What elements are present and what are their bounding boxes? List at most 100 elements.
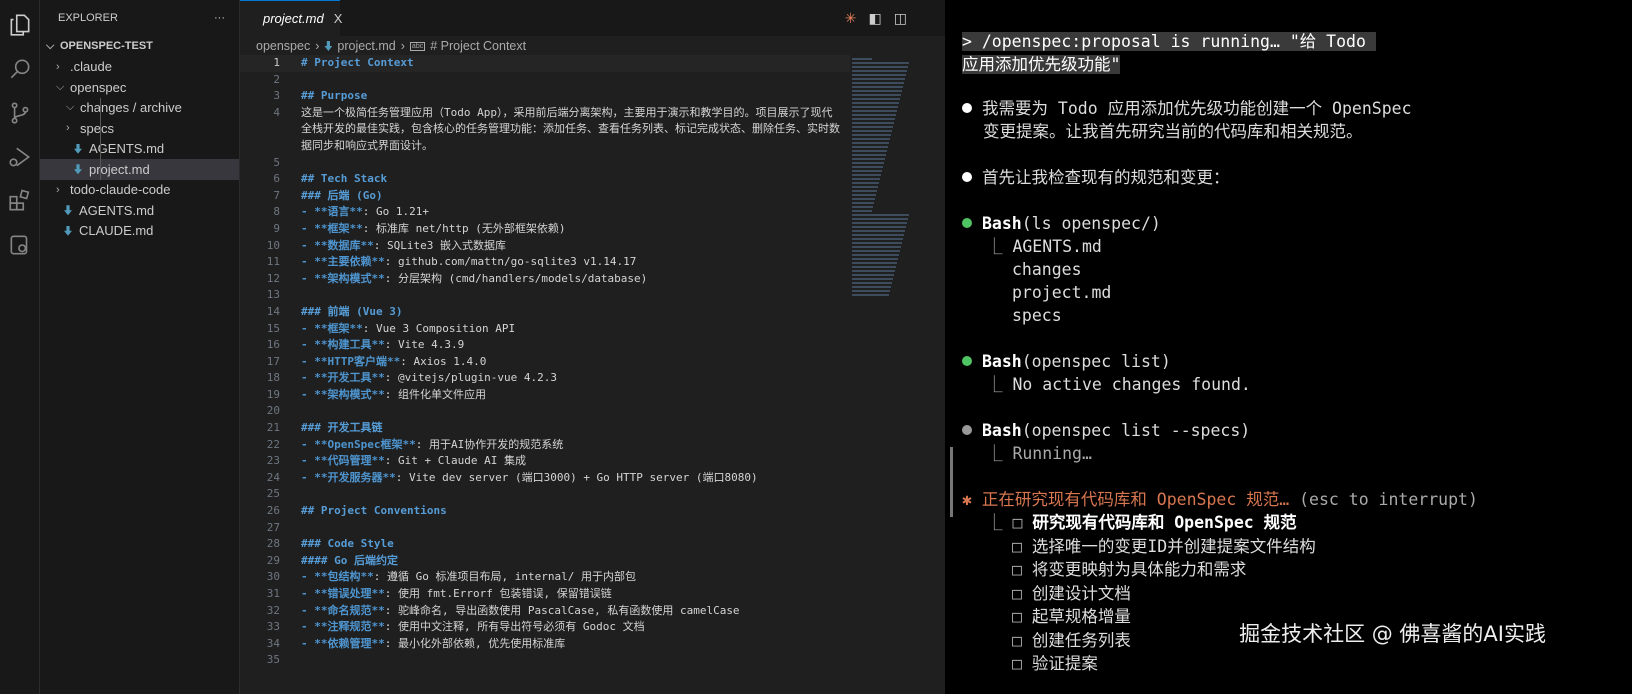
breadcrumb-folder[interactable]: openspec (256, 39, 310, 53)
tree-item[interactable]: CLAUDE.md (40, 221, 239, 242)
code-line[interactable]: 17- **HTTP客户端**: Axios 1.4.0 (240, 354, 850, 371)
markdown-heading: #### Go 后端约定 (301, 553, 398, 567)
code-line[interactable]: 32- **命名规范**: 驼峰命名, 导出函数使用 PascalCase, 私… (240, 603, 850, 620)
tree-item[interactable]: AGENTS.md (40, 139, 239, 160)
code-line[interactable]: 5 (240, 155, 850, 172)
tool-name: Bash (982, 421, 1022, 440)
chevron-right-icon: › (66, 122, 70, 135)
explorer-icon[interactable] (7, 12, 33, 38)
code-area[interactable]: 1 # Project Context 2 3 ## Purpose 4 这是一个极简任务管… (240, 55, 850, 669)
tree-item[interactable]: › specs (40, 118, 239, 139)
code-line[interactable]: 35 (240, 652, 850, 669)
code-line[interactable]: 12- **架构模式**: 分层架构 (cmd/handlers/models/… (240, 271, 850, 288)
minimap-line (852, 290, 890, 292)
minimap[interactable] (852, 56, 910, 306)
tab-project-md[interactable]: project.md X (240, 0, 343, 36)
open-preview-icon[interactable]: ◧ (869, 10, 882, 27)
line-text: - **依赖管理**: 最小化外部依赖, 优先使用标准库 (280, 636, 840, 653)
line-number: 25 (266, 487, 280, 501)
remote-explorer-icon[interactable] (7, 232, 33, 258)
line-number: 29 (266, 553, 280, 567)
code-line[interactable]: 24- **开发服务器**: Vite dev server (端口3000) … (240, 470, 850, 487)
markdown-text: : 使用中文注释, 所有导出符号必须有 Godoc 文档 (384, 620, 645, 634)
tool-args: (ls openspec/) (1021, 214, 1161, 233)
code-line[interactable]: 30- **包结构**: 遵循 Go 标准项目布局, internal/ 用于内… (240, 569, 850, 586)
terminal-scrollbar[interactable] (950, 447, 953, 517)
extensions-icon[interactable] (7, 188, 33, 214)
code-line[interactable]: 3 ## Purpose (240, 88, 850, 105)
code-line[interactable]: 20 (240, 403, 850, 420)
markdown-text: : Git + Claude AI 集成 (384, 454, 526, 468)
code-line[interactable]: 22- **OpenSpec框架**: 用于AI协作开发的规范系统 (240, 437, 850, 454)
code-line[interactable]: 10- **数据库**: SQLite3 嵌入式数据库 (240, 238, 850, 255)
code-line[interactable]: 13 (240, 287, 850, 304)
code-line[interactable]: 31- **错误处理**: 使用 fmt.Errorf 包装错误, 保留错误链 (240, 586, 850, 603)
code-line[interactable]: 15- **框架**: Vue 3 Composition API (240, 321, 850, 338)
code-line[interactable]: 33- **注释规范**: 使用中文注释, 所有导出符号必须有 Godoc 文档 (240, 619, 850, 636)
code-line[interactable]: 9- **框架**: 标准库 net/http (无外部框架依赖) (240, 221, 850, 238)
minimap-line (852, 130, 892, 132)
line-text (280, 287, 840, 304)
tree-item[interactable]: project.md (40, 159, 239, 180)
line-text (280, 72, 840, 89)
code-line[interactable]: 29 #### Go 后端约定 (240, 553, 850, 570)
line-number: 16 (266, 338, 280, 352)
todo-item: □ 起草规格增量 (1012, 605, 1131, 628)
code-line[interactable]: 8- **语言**: Go 1.21+ (240, 204, 850, 221)
source-control-icon[interactable] (7, 100, 33, 126)
minimap-line (852, 162, 884, 164)
code-line[interactable]: 19- **架构模式**: 组件化单文件应用 (240, 387, 850, 404)
line-text: #### Go 后端约定 (280, 553, 840, 570)
close-tab-button[interactable]: X (334, 11, 343, 26)
tree-item[interactable]: ⌵ openspec (40, 77, 239, 98)
run-debug-icon[interactable] (7, 144, 33, 170)
code-line[interactable]: 7 ### 后端 (Go) (240, 188, 850, 205)
markdown-bold-key: - **架构模式** (301, 271, 385, 285)
code-line[interactable]: 21 ### 开发工具链 (240, 420, 850, 437)
code-line[interactable]: 23- **代码管理**: Git + Claude AI 集成 (240, 453, 850, 470)
breadcrumb-symbol[interactable]: # Project Context (430, 39, 526, 53)
claude-spark-icon[interactable]: ✳ (845, 10, 857, 27)
checkbox-icon: □ (1012, 654, 1032, 673)
code-line[interactable]: 1 # Project Context (240, 55, 850, 72)
line-text: ### 开发工具链 (280, 420, 840, 437)
line-text: ### Code Style (280, 536, 840, 553)
minimap-line (852, 98, 900, 100)
line-text (280, 520, 840, 537)
markdown-bold-key: - **依赖管理** (301, 636, 385, 650)
tree-item[interactable]: ⌵ changes / archive (40, 98, 239, 119)
workspace-root[interactable]: ⌵ OPENSPEC-TEST (40, 36, 239, 57)
minimap-line (852, 102, 899, 104)
line-number: 31 (266, 587, 280, 600)
search-icon[interactable] (7, 56, 33, 82)
code-line[interactable]: 18- **开发工具**: @vitejs/plugin-vue 4.2.3 (240, 370, 850, 387)
code-line[interactable]: 26 ## Project Conventions (240, 503, 850, 520)
code-line[interactable]: 2 (240, 72, 850, 89)
code-line[interactable]: 14 ### 前端 (Vue 3) (240, 304, 850, 321)
tree-item[interactable]: › .claude (40, 57, 239, 78)
line-text: ## Project Conventions (280, 503, 840, 520)
minimap-line (852, 258, 898, 260)
todo-item: □ 将变更映射为具体能力和需求 (1012, 558, 1246, 581)
code-line[interactable]: 34- **依赖管理**: 最小化外部依赖, 优先使用标准库 (240, 636, 850, 653)
activity-bar (0, 0, 40, 694)
markdown-text: : github.com/mattn/go-sqlite3 v1.14.17 (384, 255, 637, 269)
line-number: 33 (266, 620, 280, 634)
claude-terminal[interactable]: > /openspec:proposal is running… "给 Todo… (946, 0, 1632, 694)
code-line[interactable]: 6 ## Tech Stack (240, 171, 850, 188)
code-line[interactable]: 4 这是一个极简任务管理应用（Todo App），采用前后端分离架构，主要用于演示… (240, 105, 850, 155)
more-actions-button[interactable]: ··· (214, 12, 225, 24)
line-text (280, 155, 840, 172)
code-line[interactable]: 11- **主要依赖**: github.com/mattn/go-sqlite… (240, 254, 850, 271)
code-line[interactable]: 28 ### Code Style (240, 536, 850, 553)
split-editor-icon[interactable]: ◫ (894, 10, 907, 27)
minimap-line (852, 194, 876, 196)
code-line[interactable]: 16- **构建工具**: Vite 4.3.9 (240, 337, 850, 354)
tree-item[interactable]: › todo-claude-code (40, 180, 239, 201)
breadcrumb-file[interactable]: project.md (337, 39, 395, 53)
line-number: 7 (273, 188, 280, 202)
code-line[interactable]: 27 (240, 520, 850, 537)
tree-item[interactable]: AGENTS.md (40, 200, 239, 221)
assistant-message: 首先让我检查现有的规范和变更： (982, 168, 1230, 187)
code-line[interactable]: 25 (240, 486, 850, 503)
